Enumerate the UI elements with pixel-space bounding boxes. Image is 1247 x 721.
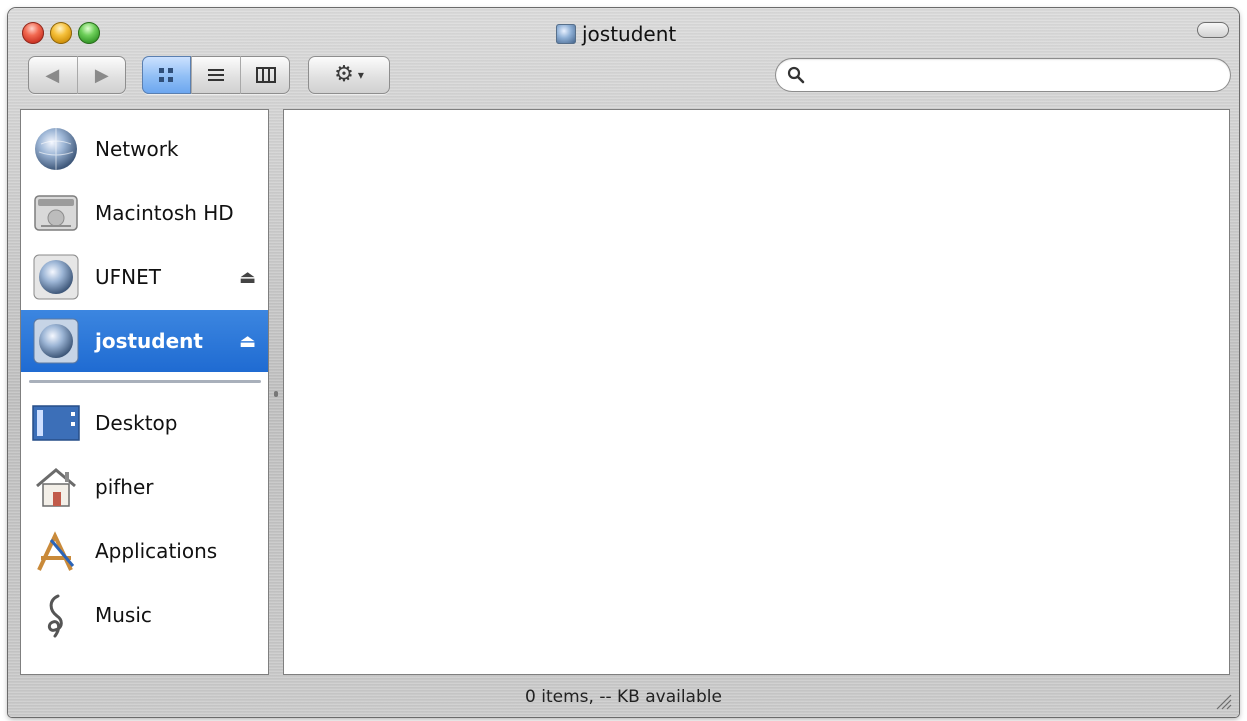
list-icon	[208, 69, 224, 81]
icon-view-button[interactable]	[142, 56, 191, 94]
search-field[interactable]	[775, 58, 1231, 92]
view-mode-buttons	[142, 56, 290, 94]
back-arrow-icon: ◀	[45, 64, 60, 86]
sidebar-item-label: jostudent	[95, 329, 203, 353]
resize-grip-icon[interactable]	[1213, 691, 1233, 711]
title-bar[interactable]: jostudent	[8, 8, 1239, 48]
columns-icon	[255, 67, 276, 83]
toolbar-toggle-button[interactable]	[1197, 22, 1229, 38]
action-menu-button[interactable]: ⚙ ▾	[308, 56, 390, 94]
eject-icon[interactable]: ⏏	[239, 331, 256, 352]
column-view-button[interactable]	[240, 56, 290, 94]
gear-icon: ⚙	[334, 62, 354, 87]
back-button[interactable]: ◀	[28, 56, 77, 94]
sidebar-item-label: Macintosh HD	[95, 201, 234, 225]
search-input[interactable]	[813, 63, 1217, 89]
sidebar-item-desktop[interactable]: Desktop	[21, 392, 268, 454]
sidebar-item-label: Applications	[95, 539, 218, 563]
sidebar-item-label: Desktop	[95, 411, 178, 435]
eject-icon[interactable]: ⏏	[239, 267, 256, 288]
sidebar-item-macintosh-hd[interactable]: Macintosh HD	[21, 182, 268, 244]
sidebar: Network Macintosh HD UFNET ⏏ jostudent ⏏…	[21, 110, 268, 674]
sidebar-item-jostudent[interactable]: jostudent ⏏	[21, 310, 268, 372]
network-volume-icon	[31, 252, 81, 302]
finder-window: jostudent ◀ ▶ ⚙ ▾ Network Macintosh HD U…	[8, 8, 1239, 717]
status-text: 0 items, -- KB available	[525, 687, 722, 707]
chevron-down-icon: ▾	[357, 68, 364, 82]
network-volume-icon	[556, 24, 576, 44]
sidebar-item-ufnet[interactable]: UFNET ⏏	[21, 246, 268, 308]
zoom-button[interactable]	[78, 22, 100, 44]
window-title-text: jostudent	[582, 22, 677, 46]
sidebar-item-label: Network	[95, 137, 179, 161]
network-globe-icon	[31, 124, 81, 174]
applications-icon	[31, 526, 81, 576]
sidebar-item-label: UFNET	[95, 265, 161, 289]
forward-arrow-icon: ▶	[94, 64, 109, 86]
sidebar-item-pifher[interactable]: pifher	[21, 456, 268, 518]
sidebar-item-label: pifher	[95, 475, 154, 499]
close-button[interactable]	[22, 22, 44, 44]
nav-buttons: ◀ ▶	[28, 56, 126, 94]
status-bar: 0 items, -- KB available	[8, 682, 1239, 712]
hard-drive-icon	[31, 188, 81, 238]
home-icon	[31, 462, 81, 512]
sidebar-divider[interactable]	[29, 380, 261, 383]
desktop-icon	[31, 398, 81, 448]
sidebar-item-label: Music	[95, 603, 152, 627]
file-browser-area[interactable]	[284, 110, 1229, 674]
icon-grid-icon	[159, 68, 174, 82]
sidebar-item-network[interactable]: Network	[21, 118, 268, 180]
sidebar-item-music[interactable]: Music	[21, 584, 268, 646]
sidebar-item-applications[interactable]: Applications	[21, 520, 268, 582]
window-title: jostudent	[556, 22, 676, 46]
forward-button[interactable]: ▶	[76, 56, 127, 94]
minimize-button[interactable]	[50, 22, 72, 44]
music-icon	[31, 590, 81, 640]
search-icon	[787, 66, 805, 84]
network-volume-icon	[31, 316, 81, 366]
list-view-button[interactable]	[190, 56, 241, 94]
sidebar-resize-handle[interactable]	[274, 391, 278, 397]
